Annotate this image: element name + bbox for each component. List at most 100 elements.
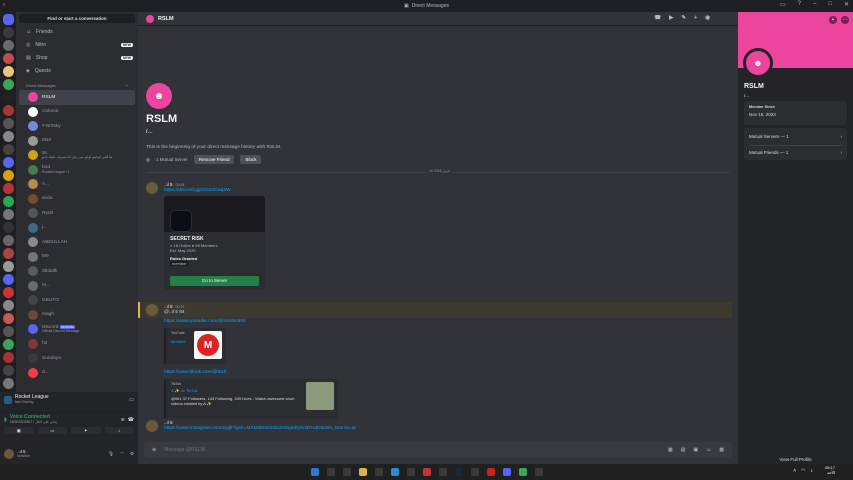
server-icon[interactable] (2, 92, 14, 103)
avatar[interactable] (4, 449, 14, 459)
app-icon[interactable] (470, 468, 479, 476)
block-button[interactable]: Block (240, 155, 262, 164)
find-conversation-button[interactable]: Find or start a conversation (19, 14, 135, 23)
server-icon[interactable] (2, 40, 14, 51)
add-dm-icon[interactable]: + (126, 83, 128, 88)
server-icon[interactable] (2, 261, 14, 272)
server-icon[interactable] (2, 352, 14, 363)
dm-item[interactable]: # Br0sky (19, 119, 135, 134)
video-call-icon[interactable]: ▶ (669, 15, 673, 21)
mutual-friends-row[interactable]: Mutual Friends — 1 › (749, 145, 842, 155)
nav-shop[interactable]: ▤ Shop NEW (16, 51, 138, 64)
disconnect-icon[interactable]: ☎ (128, 417, 134, 423)
sticker-icon[interactable]: ▣ (693, 447, 698, 453)
headphones-icon[interactable]: ◠ (120, 451, 124, 457)
apps-icon[interactable]: ▩ (719, 447, 724, 453)
attach-plus-icon[interactable]: ⊕ (152, 447, 156, 453)
dm-item[interactable]: d... (19, 366, 135, 381)
youtube-link[interactable]: https://www.youtube.com/@mmllm584 (164, 319, 724, 324)
store-icon[interactable] (374, 468, 383, 476)
chevron-up-icon[interactable]: ˄ (793, 468, 796, 474)
author-name[interactable]: ..ıl 5 (164, 304, 173, 309)
inbox-button[interactable]: ▭ (780, 1, 786, 8)
dm-item[interactable]: SL ها قلبي اوجيتو اوجع بس رغي انا صبرتف ع… (19, 148, 135, 163)
windows-start-icon[interactable] (310, 468, 319, 476)
server-icon[interactable] (2, 170, 14, 181)
add-friends-icon[interactable]: + (694, 15, 697, 21)
server-icon[interactable] (2, 157, 14, 168)
noise-suppression-icon[interactable]: ≋ (121, 417, 125, 423)
activities-button[interactable]: ✦ (71, 427, 101, 435)
server-icon[interactable] (2, 339, 14, 350)
server-icon[interactable] (2, 222, 14, 233)
close-button[interactable]: ✕ (844, 1, 849, 8)
avatar[interactable] (146, 304, 158, 316)
profile-avatar[interactable]: ☻ (743, 48, 773, 78)
server-icon[interactable] (2, 118, 14, 129)
server-icon[interactable] (2, 79, 14, 90)
server-icon[interactable] (2, 183, 14, 194)
go-to-server-button[interactable]: Go to Server (170, 276, 259, 286)
app-icon[interactable] (438, 468, 447, 476)
volume-icon[interactable]: ♪ (811, 468, 814, 474)
help-icon[interactable]: ? (798, 1, 801, 8)
author-name[interactable]: ..ıl 5 (164, 182, 173, 187)
add-friend-icon[interactable]: + (829, 16, 837, 24)
maximize-button[interactable]: □ (828, 1, 832, 8)
dm-item[interactable]: Discord OFFICIAL Official Discord Message (19, 322, 135, 337)
dm-item[interactable]: sedo (19, 192, 135, 207)
tiktok-link[interactable]: https://www.tiktok.com/@0i1tl (164, 370, 724, 375)
settings-gear-icon[interactable]: ⚙ (130, 451, 134, 457)
dm-item[interactable]: bod Rocket League +1 (19, 163, 135, 178)
server-icon[interactable] (2, 365, 14, 376)
dm-item[interactable]: RSLM (19, 90, 135, 105)
gif-icon[interactable]: ▤ (681, 447, 686, 453)
server-icon[interactable] (2, 131, 14, 142)
dm-item[interactable]: j... (19, 221, 135, 236)
dm-item[interactable]: GEUTO (19, 293, 135, 308)
dm-item[interactable]: M10 (19, 134, 135, 149)
server-icon[interactable] (2, 235, 14, 246)
task-view-icon[interactable] (342, 468, 351, 476)
search-icon[interactable] (326, 468, 335, 476)
app-icon[interactable] (406, 468, 415, 476)
soundboard-button[interactable]: ♪ (104, 427, 134, 435)
dm-item[interactable]: M9 (19, 250, 135, 265)
server-icon[interactable] (2, 326, 14, 337)
mutual-servers-link[interactable]: 1 Mutual Server (156, 157, 188, 162)
dm-item[interactable]: Colonia (19, 105, 135, 120)
gift-icon[interactable]: ▦ (668, 447, 673, 453)
mutual-servers-row[interactable]: Mutual Servers — 1 › (749, 132, 842, 145)
dm-item[interactable]: h2 (19, 337, 135, 352)
nav-friends[interactable]: ☺ Friends (16, 25, 138, 38)
dm-item[interactable]: 3bdallh (19, 264, 135, 279)
server-icon[interactable] (2, 196, 14, 207)
server-icon[interactable] (2, 274, 14, 285)
nav-quests[interactable]: ◈ Quests (16, 64, 138, 77)
mention[interactable]: @..ıl 5 84 (164, 310, 724, 315)
invite-link[interactable]: https://discord.gg/2m22Cwq3W (164, 188, 724, 193)
instagram-link[interactable]: https://www.instagram.com/zygll?igsh=MXM… (164, 426, 724, 431)
microphone-icon[interactable]: 🎙︎ (108, 451, 114, 457)
screen-share-icon[interactable]: ▭ (129, 397, 134, 403)
pinned-messages-icon[interactable]: ✎ (681, 15, 686, 21)
message-input[interactable]: Message @RSLM (164, 447, 205, 453)
discord-home-icon[interactable] (2, 14, 14, 25)
server-icon[interactable] (2, 248, 14, 259)
avatar[interactable] (146, 182, 158, 194)
file-explorer-icon[interactable] (358, 468, 367, 476)
steam-icon[interactable] (454, 468, 463, 476)
voice-call-icon[interactable]: ☎ (654, 15, 661, 21)
server-icon[interactable] (2, 300, 14, 311)
dm-item[interactable]: A... (19, 177, 135, 192)
discord-icon[interactable] (502, 468, 511, 476)
server-icon[interactable] (2, 144, 14, 155)
camera-button[interactable]: ▣ (4, 427, 34, 435)
app-icon[interactable] (518, 468, 527, 476)
app-icon[interactable] (486, 468, 495, 476)
dm-item[interactable]: magh (19, 308, 135, 323)
brave-icon[interactable] (422, 468, 431, 476)
server-icon[interactable] (2, 378, 14, 389)
minimize-button[interactable]: – (813, 1, 816, 8)
server-icon[interactable] (2, 66, 14, 77)
